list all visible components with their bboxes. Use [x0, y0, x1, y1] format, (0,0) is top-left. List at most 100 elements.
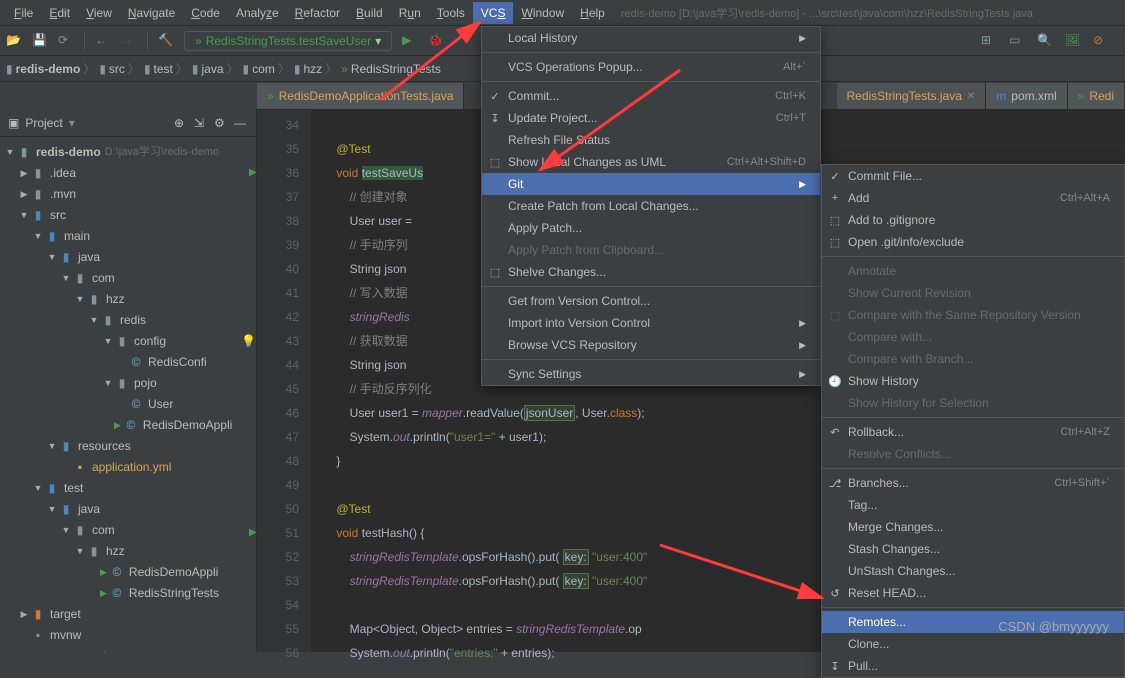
tree-item[interactable]: ▼▮java	[0, 498, 256, 519]
menu-item[interactable]: ↶Rollback...Ctrl+Alt+Z	[822, 421, 1124, 443]
menu-item[interactable]: Annotate	[822, 260, 1124, 282]
refresh-icon[interactable]: ⟳	[58, 33, 74, 49]
menu-vcs[interactable]: VCS	[473, 2, 514, 24]
tree-item[interactable]: ▪mvnw.cmd	[0, 645, 256, 652]
menu-item[interactable]: ⬚Add to .gitignore	[822, 209, 1124, 231]
menu-item[interactable]: ↧Pull...	[822, 655, 1124, 677]
menu-item[interactable]: ⬚Open .git/info/exclude	[822, 231, 1124, 253]
tree-item[interactable]: ▼▮main	[0, 225, 256, 246]
tree-item[interactable]: ▶©RedisStringTests	[0, 582, 256, 603]
target-icon[interactable]: ⊕	[174, 116, 188, 130]
crumb-src[interactable]: ▮ src 〉	[99, 60, 140, 77]
menu-analyze[interactable]: Analyze	[228, 2, 287, 24]
menu-item[interactable]: ⬚Show Local Changes as UMLCtrl+Alt+Shift…	[482, 151, 820, 173]
menu-item[interactable]: Refresh File Status	[482, 129, 820, 151]
menu-item[interactable]: ⬚Shelve Changes...	[482, 261, 820, 283]
tab-redi[interactable]: »Redi	[1068, 83, 1125, 109]
project-tree[interactable]: ▼▮redis-demoD:\java学习\redis-demo▶▮.idea▶…	[0, 137, 256, 652]
tree-item[interactable]: ©User	[0, 393, 256, 414]
menu-item[interactable]: Create Patch from Local Changes...	[482, 195, 820, 217]
menu-item[interactable]: Compare with Branch...	[822, 348, 1124, 370]
menu-code[interactable]: Code	[183, 2, 228, 24]
menu-item[interactable]: Local History▶	[482, 27, 820, 49]
vcs-dropdown[interactable]: Local History▶ VCS Operations Popup...Alt…	[481, 26, 821, 386]
menu-run[interactable]: Run	[391, 2, 429, 24]
menu-item[interactable]: Stash Changes...	[822, 538, 1124, 560]
run-config-combo[interactable]: » RedisStringTests.testSaveUser ▾	[184, 31, 392, 51]
tree-item[interactable]: ▼▮hzz	[0, 288, 256, 309]
menu-item[interactable]: ✓Commit...Ctrl+K	[482, 85, 820, 107]
menu-item[interactable]: ⬚Compare with the Same Repository Versio…	[822, 304, 1124, 326]
crumb-file[interactable]: » RedisStringTests	[341, 62, 441, 76]
crumb-com[interactable]: ▮ com 〉	[243, 60, 290, 77]
crumb-root[interactable]: ▮ redis-demo 〉	[6, 60, 95, 77]
menu-item[interactable]: +AddCtrl+Alt+A	[822, 187, 1124, 209]
tree-item[interactable]: ©RedisConfi	[0, 351, 256, 372]
menu-help[interactable]: Help	[572, 2, 613, 24]
build-icon[interactable]: 🔨	[158, 33, 174, 49]
search-icon[interactable]: 🔍	[1037, 33, 1053, 49]
menu-item[interactable]: Resolve Conflicts...	[822, 443, 1124, 465]
run-icon[interactable]: ▶	[402, 33, 418, 49]
crumb-java[interactable]: ▮ java 〉	[192, 60, 239, 77]
no-icon[interactable]: ⊘	[1093, 33, 1109, 49]
gear-icon[interactable]: ⚙	[214, 116, 228, 130]
menu-item[interactable]: Git▶	[482, 173, 820, 195]
tree-item[interactable]: ▶▮target	[0, 603, 256, 624]
menu-file[interactable]: File	[6, 2, 41, 24]
tree-item[interactable]: ▪application.yml	[0, 456, 256, 477]
tree-item[interactable]: ▼▮src	[0, 204, 256, 225]
menu-item[interactable]: Browse VCS Repository▶	[482, 334, 820, 356]
menu-item[interactable]: ↧Update Project...Ctrl+T	[482, 107, 820, 129]
tab-redisstringtests[interactable]: RedisStringTests.java✕	[837, 83, 987, 109]
expand-icon[interactable]: ⇲	[194, 116, 208, 130]
tree-item[interactable]: ▶©RedisDemoAppli	[0, 561, 256, 582]
tree-item[interactable]: ▶▮.mvn	[0, 183, 256, 204]
git-submenu[interactable]: ✓Commit File...+AddCtrl+Alt+A⬚Add to .gi…	[821, 164, 1125, 678]
tree-item[interactable]: ▼▮config	[0, 330, 256, 351]
layout-icon[interactable]: ▭	[1009, 33, 1025, 49]
menu-item[interactable]: Import into Version Control▶	[482, 312, 820, 334]
menu-item[interactable]: Compare with...	[822, 326, 1124, 348]
tree-item[interactable]: ▼▮com	[0, 267, 256, 288]
menu-item[interactable]: 🕘Show History	[822, 370, 1124, 392]
menu-navigate[interactable]: Navigate	[120, 2, 183, 24]
crumb-test[interactable]: ▮ test 〉	[144, 60, 188, 77]
menu-item[interactable]: Get from Version Control...	[482, 290, 820, 312]
crumb-hzz[interactable]: ▮ hzz 〉	[294, 60, 337, 77]
menu-refactor[interactable]: Refactor	[287, 2, 348, 24]
back-icon[interactable]: ←	[95, 33, 111, 49]
close-icon[interactable]: ✕	[967, 91, 975, 102]
tree-item[interactable]: ▼▮hzz	[0, 540, 256, 561]
menu-item[interactable]: ⎇Branches...Ctrl+Shift+`	[822, 472, 1124, 494]
menu-item[interactable]: Merge Changes...	[822, 516, 1124, 538]
menu-item[interactable]: Show Current Revision	[822, 282, 1124, 304]
tree-item[interactable]: ▶▮.idea	[0, 162, 256, 183]
tab-pom[interactable]: mpom.xml	[986, 83, 1067, 109]
menu-item[interactable]: VCS Operations Popup...Alt+`	[482, 56, 820, 78]
debug-icon[interactable]: 🐞	[428, 33, 444, 49]
tree-item[interactable]: ▶©RedisDemoAppli	[0, 414, 256, 435]
menu-item[interactable]: Tag...	[822, 494, 1124, 516]
menu-build[interactable]: Build	[348, 2, 391, 24]
menu-item[interactable]: Sync Settings▶	[482, 363, 820, 385]
menu-item[interactable]: UnStash Changes...	[822, 560, 1124, 582]
hide-icon[interactable]: —	[234, 116, 248, 130]
tree-item[interactable]: ▼▮pojo	[0, 372, 256, 393]
tree-item[interactable]: ▪mvnw	[0, 624, 256, 645]
menu-edit[interactable]: Edit	[41, 2, 78, 24]
menu-item[interactable]: Apply Patch...	[482, 217, 820, 239]
tree-item[interactable]: ▼▮com	[0, 519, 256, 540]
tree-item[interactable]: ▼▮test	[0, 477, 256, 498]
tree-item[interactable]: ▼▮resources	[0, 435, 256, 456]
menu-view[interactable]: View	[78, 2, 120, 24]
tab-redisdemoapp[interactable]: »RedisDemoApplicationTests.java	[257, 83, 464, 109]
menu-item[interactable]: Show History for Selection	[822, 392, 1124, 414]
save-icon[interactable]: 💾	[32, 33, 48, 49]
windows-icon[interactable]: ⊞	[981, 33, 997, 49]
menu-item[interactable]: Apply Patch from Clipboard...	[482, 239, 820, 261]
tree-item[interactable]: ▼▮java	[0, 246, 256, 267]
open-icon[interactable]: 📂	[6, 33, 22, 49]
tree-item[interactable]: ▼▮redis	[0, 309, 256, 330]
menu-tools[interactable]: Tools	[429, 2, 473, 24]
